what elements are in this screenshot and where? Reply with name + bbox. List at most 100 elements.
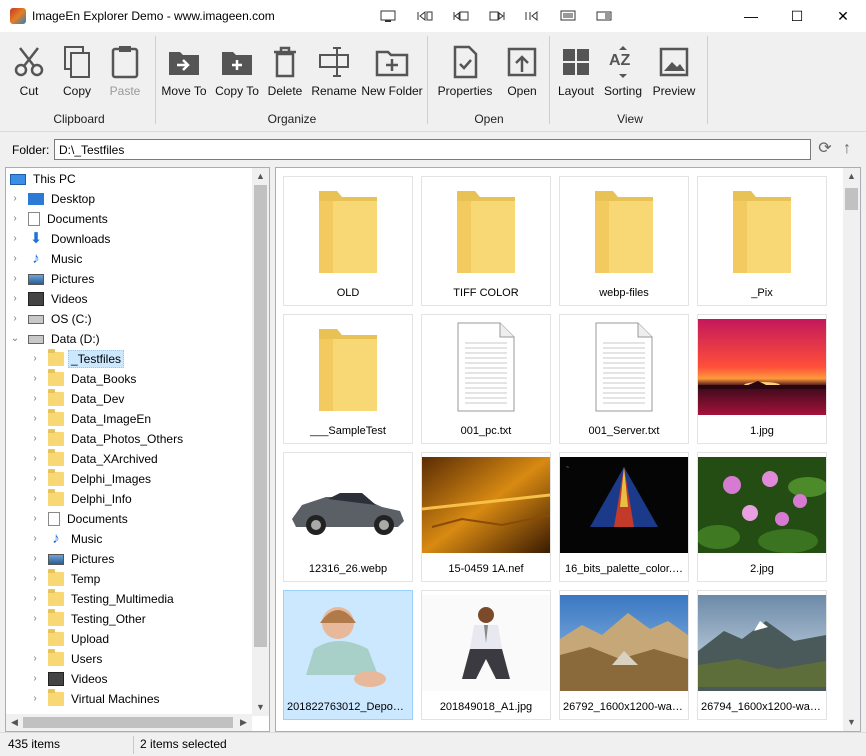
folder-tree[interactable]: This PC › Desktop › Documents › ⬇ Downloads › ♪ Mu… [5, 167, 270, 732]
file-thumbnail-item[interactable]: _Pix [697, 176, 827, 306]
file-thumbnail-item[interactable]: 2.jpg [697, 452, 827, 582]
nav-next-icon[interactable] [486, 8, 508, 24]
tree-item[interactable]: › Users [33, 649, 105, 669]
tree-item[interactable]: › ♪ Music [33, 529, 105, 549]
chevron-right-icon[interactable]: › [30, 449, 40, 469]
tree-item[interactable]: This PC [10, 169, 79, 189]
tree-item[interactable]: Upload [48, 629, 112, 649]
chevron-right-icon[interactable]: › [10, 229, 20, 249]
preview-button[interactable]: Preview [650, 44, 698, 102]
grid-vertical-scrollbar[interactable]: ▲ ▼ [843, 168, 860, 731]
chevron-right-icon[interactable]: › [30, 549, 40, 569]
tree-hscroll-thumb[interactable] [23, 717, 233, 728]
tree-item[interactable]: › Data_Books [33, 369, 139, 389]
layout-button[interactable]: Layout [554, 44, 598, 102]
file-thumbnail-item[interactable]: OLD [283, 176, 413, 306]
file-thumbnail-item[interactable]: ___SampleTest [283, 314, 413, 444]
file-thumbnail-item[interactable]: 001_Server.txt [559, 314, 689, 444]
sorting-button[interactable]: AZ Sorting [600, 44, 646, 102]
chevron-right-icon[interactable]: › [30, 429, 40, 449]
maximize-button[interactable]: ☐ [774, 0, 820, 32]
file-thumbnail-item[interactable]: 26794_1600x1200-wal… [697, 590, 827, 720]
chevron-right-icon[interactable]: › [10, 209, 20, 229]
tree-item[interactable]: › Pictures [33, 549, 117, 569]
refresh-icon[interactable]: ⟳ [816, 140, 834, 158]
tree-item[interactable]: › Desktop [13, 189, 98, 209]
move-to-button[interactable]: Move To [160, 44, 208, 102]
chevron-right-icon[interactable]: › [30, 409, 40, 429]
tree-item[interactable]: › Videos [33, 669, 110, 689]
chevron-right-icon[interactable]: › [30, 389, 40, 409]
tree-horizontal-scrollbar[interactable]: ◀ ▶ [6, 714, 252, 731]
chevron-right-icon[interactable]: › [10, 269, 20, 289]
scroll-down-arrow-icon[interactable]: ▼ [843, 714, 860, 731]
open-button[interactable]: Open [500, 44, 544, 102]
file-thumbnail-item[interactable]: 201822763012_Deposi… [283, 590, 413, 720]
chevron-right-icon[interactable]: › [30, 649, 40, 669]
file-thumbnail-grid[interactable]: OLD TIFF COLOR webp-files _Pix ___SampleTest… [275, 167, 861, 732]
file-thumbnail-item[interactable]: 1.jpg [697, 314, 827, 444]
tree-item[interactable]: › Data_Photos_Others [33, 429, 186, 449]
chevron-right-icon[interactable]: › [30, 369, 40, 389]
tree-item[interactable]: › Data_XArchived [33, 449, 161, 469]
scroll-up-arrow-icon[interactable]: ▲ [252, 168, 269, 185]
chevron-right-icon[interactable]: › [10, 189, 20, 209]
file-thumbnail-item[interactable]: webp-files [559, 176, 689, 306]
minimize-button[interactable]: — [728, 0, 774, 32]
chevron-right-icon[interactable]: › [30, 509, 40, 529]
chevron-right-icon[interactable]: › [10, 309, 20, 329]
monitor-icon[interactable] [558, 8, 580, 24]
file-thumbnail-item[interactable]: 201849018_A1.jpg [421, 590, 551, 720]
chevron-right-icon[interactable]: › [10, 249, 20, 269]
cut-button[interactable]: Cut [8, 44, 50, 102]
grid-scroll-thumb[interactable] [845, 188, 858, 210]
scroll-left-arrow-icon[interactable]: ◀ [6, 714, 23, 731]
copy-button[interactable]: Copy [56, 44, 98, 102]
close-button[interactable]: ✕ [820, 0, 866, 32]
tree-item[interactable]: › Data_Dev [33, 389, 127, 409]
tree-item[interactable]: › ♪ Music [13, 249, 85, 269]
scroll-right-arrow-icon[interactable]: ▶ [235, 714, 252, 731]
up-folder-icon[interactable]: ↑ [838, 140, 856, 158]
paste-button[interactable]: Paste [104, 44, 146, 102]
chevron-right-icon[interactable]: › [30, 469, 40, 489]
file-thumbnail-item[interactable]: 001_pc.txt [421, 314, 551, 444]
tree-item[interactable]: › Temp [33, 569, 103, 589]
chevron-right-icon[interactable]: › [30, 689, 40, 709]
tree-item[interactable]: › Testing_Multimedia [33, 589, 177, 609]
chevron-right-icon[interactable]: › [30, 349, 40, 369]
chevron-right-icon[interactable]: › [30, 669, 40, 689]
tree-item[interactable]: › ⬇ Downloads [13, 229, 113, 249]
chevron-down-icon[interactable]: ⌄ [10, 329, 20, 349]
new-folder-button[interactable]: New Folder [360, 44, 424, 102]
scroll-down-arrow-icon[interactable]: ▼ [252, 699, 269, 716]
file-thumbnail-item[interactable]: TIFF COLOR [421, 176, 551, 306]
file-thumbnail-item[interactable]: ~16_bits_palette_color.… [559, 452, 689, 582]
file-thumbnail-item[interactable]: 15-0459 1A.nef [421, 452, 551, 582]
chevron-right-icon[interactable]: › [30, 489, 40, 509]
chevron-right-icon[interactable]: › [30, 529, 40, 549]
chevron-right-icon[interactable]: › [30, 589, 40, 609]
tree-item[interactable]: › Videos [13, 289, 90, 309]
file-thumbnail-item[interactable]: 12316_26.webp [283, 452, 413, 582]
tree-item[interactable]: ⌄ Data (D:) [11, 329, 103, 349]
rename-button[interactable]: Rename [310, 44, 358, 102]
tree-vertical-scrollbar[interactable]: ▲ ▼ [252, 168, 269, 716]
chevron-right-icon[interactable]: › [10, 289, 20, 309]
tree-item[interactable]: › OS (C:) [13, 309, 95, 329]
properties-button[interactable]: Properties [434, 44, 496, 102]
file-thumbnail-item[interactable]: 26792_1600x1200-wal… [559, 590, 689, 720]
tree-item[interactable]: › _Testfiles [33, 349, 125, 369]
delete-button[interactable]: Delete [264, 44, 306, 102]
folder-path-input[interactable] [54, 139, 811, 160]
chevron-right-icon[interactable]: › [30, 609, 40, 629]
tree-item[interactable]: › Virtual Machines [33, 689, 163, 709]
tree-item[interactable]: › Testing_Other [33, 609, 149, 629]
tree-item[interactable]: › Documents [13, 209, 111, 229]
display-icon[interactable] [378, 8, 400, 24]
tree-item[interactable]: › Delphi_Info [33, 489, 135, 509]
copy-to-button[interactable]: Copy To [212, 44, 262, 102]
tree-scroll-thumb[interactable] [254, 185, 267, 647]
tree-item[interactable]: › Data_ImageEn [33, 409, 154, 429]
tree-item[interactable]: › Documents [33, 509, 131, 529]
